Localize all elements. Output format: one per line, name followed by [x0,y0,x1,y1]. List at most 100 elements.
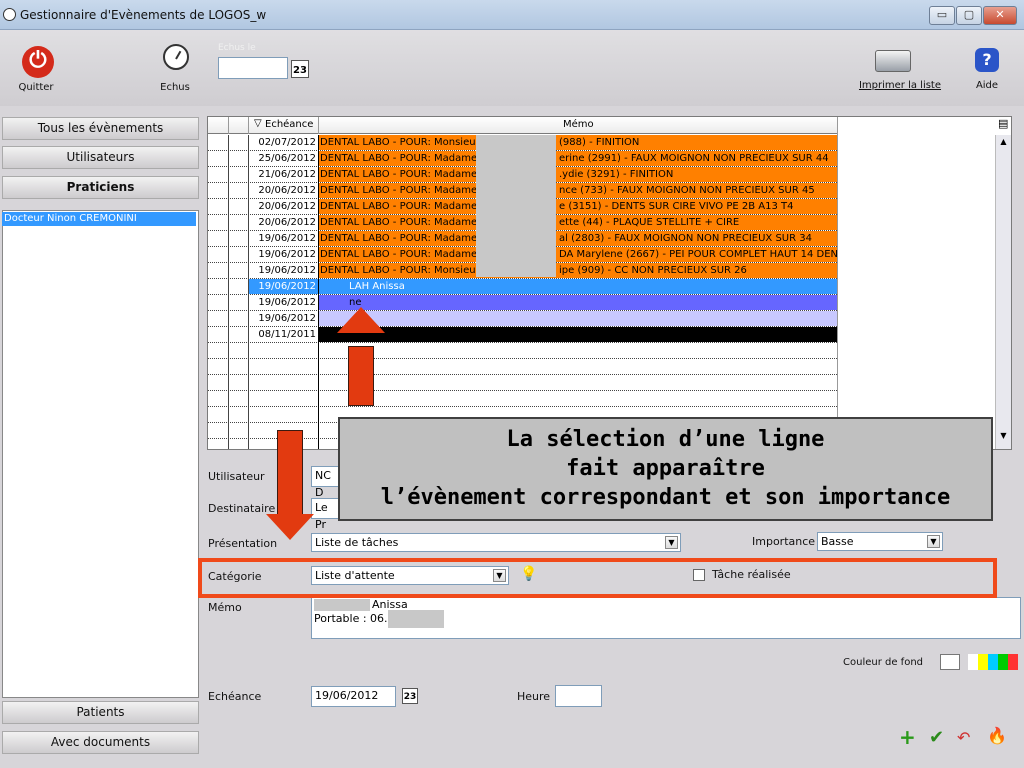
tab-avec-documents[interactable]: Avec documents [2,731,199,754]
echeance-date-input[interactable]: 19/06/2012 [311,686,396,707]
row-memo: DENTAL LABO - POUR: Madame DA Marylene (2… [319,247,837,262]
scroll-up-icon[interactable]: ▲ [996,137,1011,151]
row-memo: DENTAL LABO - POUR: Madame ette (44) - PL… [319,215,837,230]
memo-line2: Portable : 06.2! [314,612,399,625]
list-item-selected[interactable]: Docteur Ninon CREMONINI [2,212,196,226]
row-memo-right: erine (2991) - FAUX MOIGNON NON PRECIEUX… [559,153,829,164]
row-memo-right: (988) - FINITION [559,137,640,148]
delete-fire-icon[interactable]: 🔥 [987,726,1007,745]
scroll-down-icon[interactable]: ▼ [996,431,1011,445]
callout-line2: fait apparaître [566,456,765,481]
tab-praticiens[interactable]: Praticiens [2,176,199,199]
calendar-icon[interactable]: 23 [402,688,418,704]
quit-label: Quitter [18,82,54,93]
row-memo: DENTAL LABO - POUR: Madame e (3151) - DEN… [319,199,837,214]
table-header: ▽ Echéance Mémo [208,117,838,134]
toolbar [0,30,1024,106]
table-row[interactable] [208,391,837,407]
red-arrow-up-icon [337,307,385,333]
title-bar: Gestionnaire d'Evènements de LOGOS_w ▭ ▢… [0,0,1024,30]
row-date: 19/06/2012 [258,249,316,260]
row-memo-left: DENTAL LABO - POUR: Madame [320,233,478,244]
red-arrow-up-shaft [348,346,374,406]
echus-label: Echus [160,82,190,93]
echus-date-input[interactable] [218,57,288,79]
column-picker-icon[interactable]: ▤ [998,117,1008,130]
validate-check-icon[interactable]: ✔ [929,727,944,748]
print-list-button[interactable]: Imprimer la liste [855,80,945,91]
help-icon[interactable]: ? [975,48,999,72]
table-row[interactable] [208,375,837,391]
row-date: 25/06/2012 [258,153,316,164]
praticiens-list [2,210,199,698]
callout-line1: La sélection d’une ligne [506,427,825,452]
background-color-swatch[interactable] [940,654,960,670]
table-row[interactable]: 19/06/2012 ne [208,295,837,311]
row-memo-right: nce (733) - FAUX MOIGNON NON PRECIEUX SU… [559,185,815,196]
row-date: 08/11/2011 [258,329,316,340]
table-row[interactable] [208,343,837,359]
power-icon[interactable]: ⏻ [22,46,54,78]
categorie-highlight-box [198,558,997,598]
col-header-echeance[interactable]: Echéance [265,119,313,130]
row-memo-left: DENTAL LABO - POUR: Madame [320,217,478,228]
row-memo-left: DENTAL LABO - POUR: Monsieur [320,137,480,148]
quit-button[interactable]: Quitter [6,80,66,93]
row-memo: DENTAL LABO - POUR: Madame al (2803) - FA… [319,231,837,246]
row-memo-left: DENTAL LABO - POUR: Monsieur [320,265,480,276]
row-memo-left: DENTAL LABO - POUR: Madame [320,201,478,212]
red-arrow-down-icon [266,514,314,540]
echus-button[interactable]: Echus [150,80,200,93]
row-memo-left: DENTAL LABO - POUR: Madame [320,169,478,180]
row-memo-right: LAH Anissa [349,281,405,292]
tab-utilisateurs[interactable]: Utilisateurs [2,146,199,169]
calendar-icon[interactable]: 23 [291,60,309,78]
help-button[interactable]: Aide [970,80,1004,91]
row-date: 02/07/2012 [258,137,316,148]
printer-icon[interactable] [875,50,911,72]
table-row[interactable]: 19/06/2012 [208,311,837,327]
app-window: Gestionnaire d'Evènements de LOGOS_w ▭ ▢… [0,0,1024,768]
row-memo: DENTAL LABO - POUR: Monsieur (988) - FINI… [319,135,837,150]
row-memo-left: DENTAL LABO - POUR: Madame [320,153,478,164]
presentation-select[interactable]: Liste de tâches ▼ [311,533,681,552]
add-icon[interactable]: + [899,725,916,749]
row-memo-right: e (3151) - DENTS SUR CIRE VIVO PE 2B A13… [559,201,794,212]
importance-value: Basse [821,535,854,548]
chevron-down-icon[interactable]: ▼ [927,535,940,548]
events-table: ▽ Echéance Mémo 02/07/2012 DENTAL LABO - … [207,116,1012,450]
importance-select[interactable]: Basse ▼ [817,532,943,551]
row-memo-right: .ydie (3291) - FINITION [559,169,674,180]
row-date: 19/06/2012 [258,233,316,244]
memo-textarea[interactable]: Anissa Portable : 06.2! [311,597,1021,639]
row-date: 19/06/2012 [258,297,316,308]
tab-patients[interactable]: Patients [2,701,199,724]
row-date: 19/06/2012 [258,265,316,276]
row-memo: ne [319,295,837,310]
table-row[interactable] [208,359,837,375]
heure-input[interactable] [555,685,602,707]
close-button[interactable]: ✕ [983,6,1017,25]
utilisateur-label: Utilisateur [208,470,265,483]
memo-label: Mémo [208,601,242,614]
tab-tous-evenements[interactable]: Tous les évènements [2,117,199,140]
clock-icon[interactable] [163,44,189,70]
scrollbar[interactable]: ▲ ▼ [995,135,1011,449]
undo-icon[interactable]: ↶ [957,728,970,747]
utilisateur-field[interactable]: NC D [311,466,341,499]
minimize-button[interactable]: ▭ [929,6,955,25]
importance-label: Importance [752,535,816,548]
chevron-down-icon[interactable]: ▼ [665,536,678,549]
col-header-memo[interactable]: Mémo [563,119,594,130]
table-row[interactable]: 19/06/2012 LAH Anissa [208,279,837,295]
maximize-button[interactable]: ▢ [956,6,982,25]
row-date: 20/06/2012 [258,185,316,196]
red-arrow-down-shaft [277,430,303,515]
presentation-value: Liste de tâches [315,536,399,549]
row-memo [319,311,837,326]
table-row[interactable]: 08/11/2011 [208,327,837,343]
destinataire-field[interactable]: Le Pr [311,498,341,531]
color-palette[interactable] [968,654,1018,670]
row-date: 21/06/2012 [258,169,316,180]
echus-le-label: Echus le [218,43,256,53]
